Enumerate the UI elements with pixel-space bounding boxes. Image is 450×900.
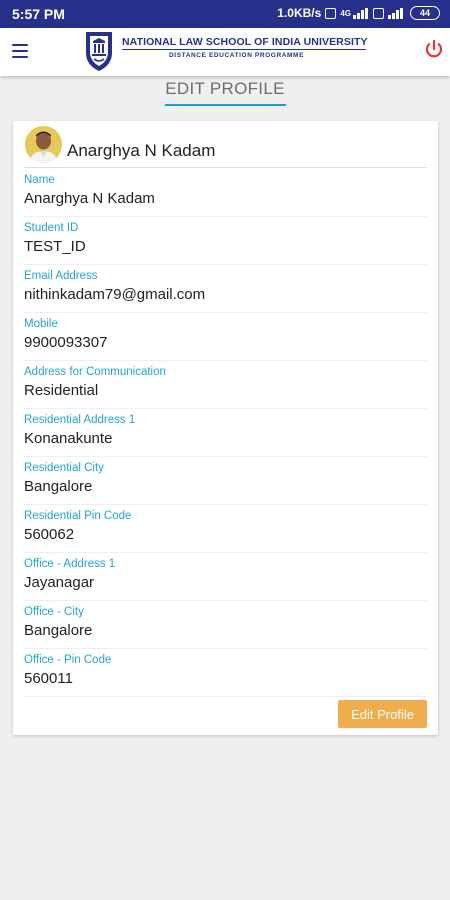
- field-office-pin-code: Office - Pin Code 560011: [24, 649, 427, 697]
- profile-card: Anarghya N Kadam Name Anarghya N Kadam S…: [13, 121, 438, 735]
- field-mobile: Mobile 9900093307: [24, 313, 427, 361]
- field-value: Jayanagar: [24, 574, 95, 591]
- field-value: nithinkadam79@gmail.com: [24, 286, 206, 303]
- hamburger-menu-icon[interactable]: [12, 44, 28, 58]
- field-label: Email Address: [24, 270, 98, 282]
- avatar: [25, 126, 62, 163]
- field-value: Bangalore: [24, 622, 93, 639]
- field-label: Office - Pin Code: [24, 654, 112, 666]
- field-value: 9900093307: [24, 334, 108, 351]
- field-label: Name: [24, 174, 55, 186]
- power-icon[interactable]: [423, 38, 445, 60]
- field-label: Office - City: [24, 606, 84, 618]
- field-label: Residential City: [24, 462, 104, 474]
- status-time: 5:57 PM: [12, 6, 65, 22]
- field-office-city: Office - City Bangalore: [24, 601, 427, 649]
- volte-icon: [373, 7, 384, 19]
- logo-subtitle: DISTANCE EDUCATION PROGRAMME: [169, 52, 305, 59]
- data-saver-icon: [325, 7, 337, 19]
- app-bar: NATIONAL LAW SCHOOL OF INDIA UNIVERSITY …: [0, 28, 450, 76]
- field-label: Office - Address 1: [24, 558, 116, 570]
- divider: [24, 167, 427, 168]
- status-bar: 5:57 PM 1.0KB/s 4G 44: [0, 0, 450, 28]
- field-email: Email Address nithinkadam79@gmail.com: [24, 265, 427, 313]
- field-label: Address for Communication: [24, 366, 166, 378]
- field-student-id: Student ID TEST_ID: [24, 217, 427, 265]
- battery-icon: 44: [410, 6, 440, 20]
- field-residential-pin-code: Residential Pin Code 560062: [24, 505, 427, 553]
- logo-divider: [122, 49, 366, 50]
- person-avatar-icon: [25, 126, 62, 163]
- field-label: Residential Pin Code: [24, 510, 132, 522]
- page-title: EDIT PROFILE: [165, 79, 285, 98]
- field-value: Konanakunte: [24, 430, 113, 447]
- field-value: TEST_ID: [24, 238, 86, 255]
- signal-icon: [388, 7, 404, 19]
- university-emblem-icon: [86, 32, 112, 71]
- net-speed: 1.0KB/s: [277, 6, 322, 20]
- field-value: 560062: [24, 526, 75, 543]
- status-indicators: 1.0KB/s 4G 44: [277, 6, 440, 20]
- title-underline: [165, 104, 286, 106]
- edit-profile-button[interactable]: Edit Profile: [338, 700, 427, 728]
- field-label: Student ID: [24, 222, 79, 234]
- field-office-address: Office - Address 1 Jayanagar: [24, 553, 427, 601]
- field-value: Residential: [24, 382, 99, 399]
- field-label: Residential Address 1: [24, 414, 136, 426]
- network-type: 4G: [340, 8, 351, 18]
- field-value: Bangalore: [24, 478, 93, 495]
- field-label: Mobile: [24, 318, 58, 330]
- field-residential-address: Residential Address 1 Konanakunte: [24, 409, 427, 457]
- logo-title: NATIONAL LAW SCHOOL OF INDIA UNIVERSITY: [122, 36, 368, 48]
- field-address-for-communication: Address for Communication Residential: [24, 361, 427, 409]
- signal-icon: [353, 7, 369, 19]
- field-name: Name Anarghya N Kadam: [24, 169, 427, 217]
- battery-level: 44: [419, 8, 430, 18]
- field-value: 560011: [24, 670, 73, 687]
- field-residential-city: Residential City Bangalore: [24, 457, 427, 505]
- profile-name: Anarghya N Kadam: [67, 141, 216, 160]
- field-value: Anarghya N Kadam: [24, 190, 155, 207]
